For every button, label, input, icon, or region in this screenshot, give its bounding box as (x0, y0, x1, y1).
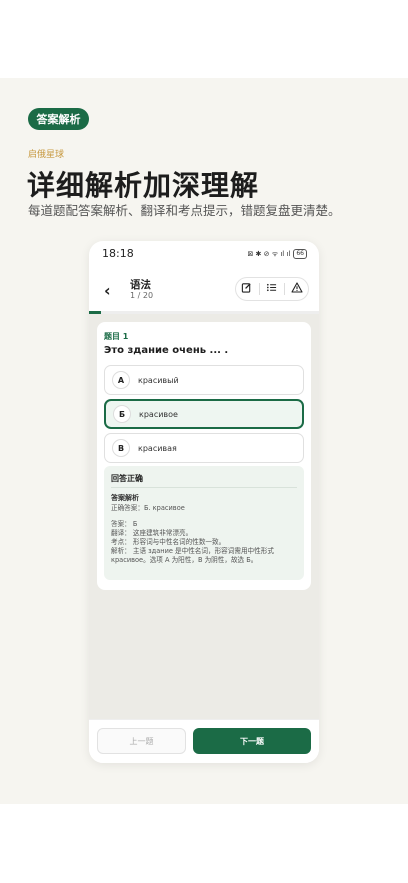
toolbar (235, 277, 309, 301)
headline: 详细解析加深理解 (27, 169, 260, 202)
status-bar: 18:18 ⊠ ✱ ⊘ ᯤ ıl ıl 66 (89, 241, 319, 269)
result-status: 回答正确 (111, 474, 143, 483)
question-text: Это здание очень ... . (104, 345, 229, 356)
translation-line: 翻译： 这座建筑非常漂亮。 (111, 529, 193, 537)
option-letter: А (112, 371, 130, 389)
bottom-bar: 上一题 下一题 (89, 719, 319, 763)
option-text: красивое (139, 409, 178, 419)
question-number: 题目 1 (104, 332, 129, 341)
analysis-line: 解析： 主语 здание 是中性名词，形容词需用中性形式 красивое。选… (111, 547, 274, 564)
list-icon[interactable] (263, 282, 281, 296)
question-card: 题目 1 Это здание очень ... . А красивый Б… (97, 322, 311, 590)
toolbar-divider (258, 283, 260, 295)
divider (111, 487, 297, 488)
toolbar-divider (284, 283, 286, 295)
explanation-panel: 回答正确 答案解析 正确答案：Б. красивое 答案： Б 翻译： 这座建… (104, 466, 304, 580)
option-a[interactable]: А красивый (104, 365, 304, 395)
option-text: красивая (138, 443, 177, 453)
feature-tag: 答案解析 (28, 108, 89, 130)
app-bar: ‹ 语法 1 / 20 (89, 271, 319, 311)
subheadline: 每道题配答案解析、翻译和考点提示，错题复盘更清楚。 (28, 203, 341, 218)
brand-name: 启俄星球 (28, 150, 65, 160)
option-letter: В (112, 439, 130, 457)
page-title: 语法 (130, 279, 151, 291)
answer-line: 答案： Б (111, 520, 138, 528)
warning-icon[interactable] (288, 282, 306, 296)
point-line: 考点： 形容词与中性名词的性数一致。 (111, 538, 226, 546)
next-question-button[interactable]: 下一题 (193, 728, 311, 754)
battery-icon: 66 (293, 249, 307, 259)
back-icon[interactable]: ‹ (104, 281, 111, 300)
option-text: красивый (138, 375, 179, 385)
correct-answer: 正确答案：Б. красивое (111, 504, 185, 512)
phone-screen: 18:18 ⊠ ✱ ⊘ ᯤ ıl ıl 66 ‹ 语法 1 / 20 题目 1 … (89, 241, 319, 763)
option-c[interactable]: В красивая (104, 433, 304, 463)
option-b-selected[interactable]: Б красивое (104, 399, 304, 429)
status-icons: ⊠ ✱ ⊘ ᯤ ıl ıl 66 (247, 249, 307, 259)
previous-question-button[interactable]: 上一题 (97, 728, 186, 754)
explanation-title: 答案解析 (111, 494, 139, 502)
question-area: 题目 1 Это здание очень ... . А красивый Б… (89, 314, 319, 719)
signal-icons: ⊠ ✱ ⊘ ᯤ ıl ıl (247, 249, 291, 258)
notes-icon[interactable] (238, 282, 256, 296)
question-counter: 1 / 20 (130, 291, 154, 300)
option-letter: Б (113, 405, 131, 423)
status-time: 18:18 (102, 247, 134, 260)
